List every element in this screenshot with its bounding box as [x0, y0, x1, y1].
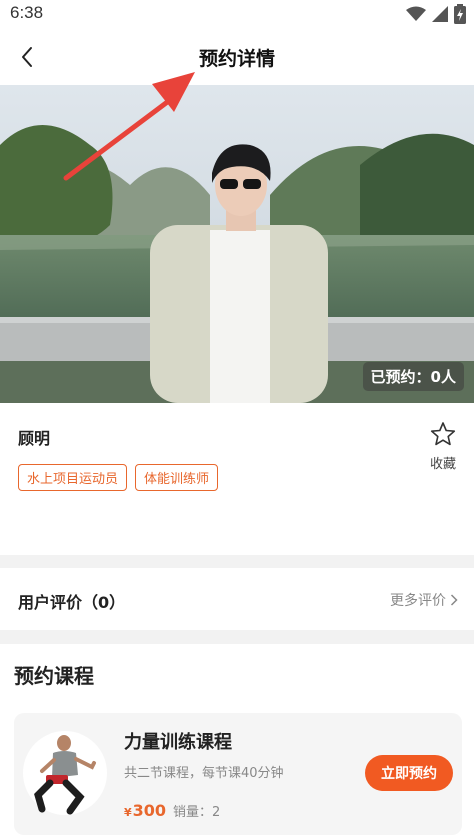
page-title: 预约详情 — [198, 48, 275, 70]
status-bar: 6:38 — [0, 0, 474, 30]
status-time: 6:38 — [10, 3, 44, 22]
tag-0: 水上项目运动员 — [18, 464, 128, 491]
more-reviews-link[interactable]: 更多评价 — [390, 590, 458, 610]
currency-symbol: ¥ — [124, 806, 132, 819]
nav-bar: 预约详情 — [0, 30, 474, 85]
more-reviews-label: 更多评价 — [390, 593, 446, 609]
wifi-icon — [406, 6, 426, 21]
signal-icon — [432, 6, 448, 22]
battery-icon — [454, 4, 466, 24]
book-now-button[interactable]: 立即预约 — [365, 755, 453, 791]
favorite-label: 收藏 — [429, 457, 456, 472]
coach-profile: 顾明 水上项目运动员 体能训练师 收藏 — [0, 403, 474, 555]
favorite-button[interactable]: 收藏 — [426, 421, 460, 472]
course-card[interactable]: 力量训练课程 共二节课程，每节课40分钟 ¥300 销量：2 立即预约 — [14, 713, 462, 835]
courses-section: 预约课程 力量训练课程 共二节课程，每节课40分钟 ¥300 销量：2 立即预约 — [0, 644, 474, 840]
reviews-section: 用户评价（0） 更多评价 — [0, 568, 474, 630]
status-icons — [406, 4, 466, 24]
reviews-title: 用户评价（0） — [18, 593, 126, 612]
course-description: 共二节课程，每节课40分钟 — [124, 766, 284, 781]
coach-photo: 已预约：0人 — [0, 85, 474, 403]
booked-count-badge: 已预约：0人 — [362, 362, 464, 391]
course-price: ¥300 — [124, 801, 166, 820]
star-icon — [430, 422, 456, 446]
chevron-right-icon — [450, 594, 458, 606]
coach-name: 顾明 — [18, 429, 51, 448]
coach-tags: 水上项目运动员 体能训练师 — [18, 464, 219, 491]
courses-title: 预约课程 — [14, 664, 94, 688]
course-sales: 销量：2 — [173, 805, 221, 820]
tag-1: 体能训练师 — [135, 464, 219, 491]
course-thumbnail — [23, 731, 107, 815]
price-value: 300 — [132, 801, 167, 820]
course-name: 力量训练课程 — [124, 732, 232, 753]
